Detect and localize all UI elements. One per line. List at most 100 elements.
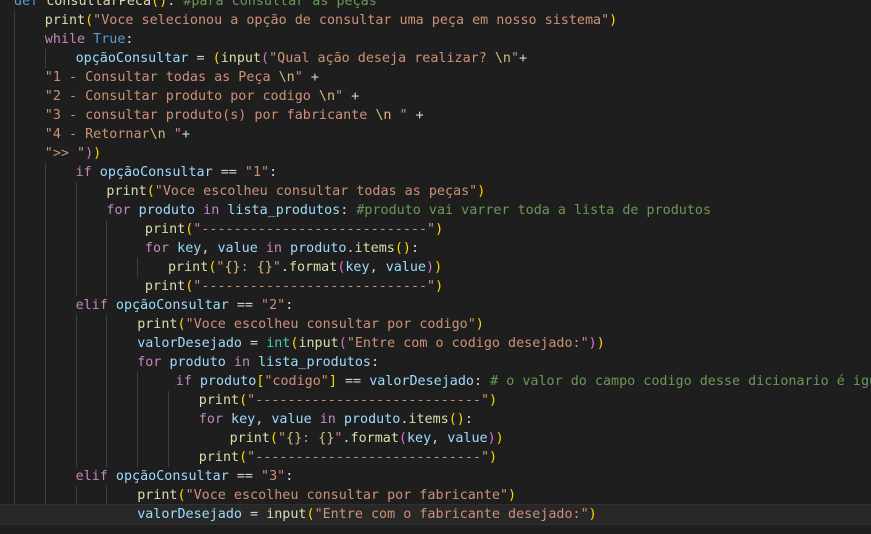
code-line[interactable]: def consultarPeca(): #para consultar as … [0, 0, 377, 11]
code-line[interactable]: for produto in lista_produtos: [0, 353, 379, 372]
code-token: "----------------------------" [247, 393, 490, 408]
code-editor[interactable]: def consultarPeca(): #para consultar as … [0, 0, 871, 534]
code-line[interactable]: elif opçãoConsultar == "2": [0, 296, 294, 315]
code-token: + [181, 127, 190, 142]
code-line[interactable]: print("Voce escolheu consultar todas as … [0, 182, 485, 201]
code-token: valorDesejado [369, 374, 474, 389]
code-line[interactable]: print("----------------------------") [0, 277, 443, 296]
code-token: ( [177, 317, 186, 332]
code-token: : [167, 0, 184, 9]
code-token: value [271, 412, 312, 427]
code-token: \n [375, 108, 392, 123]
code-line[interactable]: for produto in lista_produtos: #produto … [0, 201, 711, 220]
code-token: in [195, 203, 228, 218]
code-line[interactable]: while True: [0, 30, 134, 49]
code-token: # o valor do campo codigo desse dicionar… [490, 374, 871, 389]
code-line[interactable]: ">> ")) [0, 144, 101, 163]
code-token: print [168, 260, 209, 275]
code-line[interactable]: if produto["codigo"] == valorDesejado: #… [0, 372, 871, 391]
code-token: print [106, 184, 147, 199]
code-token: . [342, 431, 351, 446]
code-token: input [266, 507, 307, 522]
code-token: "Voce selecionou a opção de consultar um… [93, 13, 610, 28]
code-token: : [464, 412, 473, 427]
code-token: in [311, 412, 344, 427]
code-token: "----------------------------" [193, 279, 436, 294]
code-token: () [448, 412, 465, 427]
code-token: : [285, 469, 294, 484]
code-token: \n [149, 127, 166, 142]
code-token: True [93, 32, 126, 47]
code-token: key [231, 412, 256, 427]
code-line[interactable]: elif opçãoConsultar == "3": [0, 467, 294, 486]
code-token: ">> " [44, 146, 86, 161]
code-line[interactable]: "1 - Consultar todas as Peça \n" + [0, 68, 319, 87]
code-token: == [228, 298, 262, 313]
code-token: == [336, 374, 370, 389]
code-token: , [255, 412, 272, 427]
code-token: value [385, 260, 426, 275]
code-line[interactable]: for key, value in produto.items(): [0, 239, 419, 258]
code-token: + [519, 51, 528, 66]
code-token: key [177, 241, 202, 256]
code-line[interactable]: print("----------------------------") [0, 391, 497, 410]
code-token: " [277, 431, 287, 446]
code-token: "----------------------------" [247, 450, 490, 465]
code-line-current[interactable]: valorDesejado = input("Entre com o fabri… [0, 504, 871, 525]
code-line[interactable]: print("{}: {}".format(key, value)) [0, 429, 504, 448]
code-token: print [198, 450, 240, 465]
code-token: opçãoConsultar [75, 51, 189, 66]
code-token: + [302, 70, 319, 85]
code-token: print [144, 222, 186, 237]
code-line[interactable]: print("{}: {}".format(key, value)) [0, 258, 442, 277]
code-token: \n [278, 70, 295, 85]
code-token: ) [495, 431, 504, 446]
code-token: ] [328, 374, 337, 389]
code-token: input [298, 336, 339, 351]
code-token: print [229, 431, 270, 446]
code-token: consultarPeca [46, 0, 152, 9]
code-token: "1 - Consultar todas as Peça [44, 70, 279, 85]
code-token: opçãoConsultar [115, 298, 229, 313]
code-line[interactable]: print("Voce escolheu consultar por fabri… [0, 486, 516, 505]
code-token: for [198, 412, 232, 427]
code-token: : [302, 431, 319, 446]
code-line[interactable]: print("Voce escolheu consultar por codig… [0, 315, 484, 334]
code-line[interactable]: "2 - Consultar produto por codigo \n" + [0, 87, 359, 106]
code-token: valorDesejado [137, 507, 242, 522]
code-line[interactable]: if opçãoConsultar == "1": [0, 163, 278, 182]
code-line[interactable]: print("----------------------------") [0, 220, 443, 239]
code-token: "Voce escolheu consultar por fabricante" [185, 488, 509, 503]
code-line[interactable]: print("----------------------------") [0, 448, 497, 467]
code-token: print [137, 317, 178, 332]
code-line[interactable]: opçãoConsultar = (input("Qual ação desej… [0, 49, 527, 68]
code-token: elif [75, 298, 116, 313]
code-token: " [510, 51, 520, 66]
code-token: " [391, 108, 408, 123]
code-token: items [408, 412, 449, 427]
code-token: produto [343, 412, 401, 427]
code-token: ) [93, 146, 102, 161]
code-token: " [272, 260, 281, 275]
code-line[interactable]: "4 - Retornar\n "+ [0, 125, 190, 144]
code-token: \n [318, 89, 336, 104]
code-token: ( [261, 51, 270, 66]
code-token: ( [146, 184, 155, 199]
code-token: ( [398, 431, 407, 446]
code-line[interactable]: for key, value in produto.items(): [0, 410, 473, 429]
code-token: \n [494, 51, 511, 66]
code-token: format [288, 260, 338, 275]
code-line[interactable]: print("Voce selecionou a opção de consul… [0, 11, 617, 30]
code-token: print [144, 279, 186, 294]
code-line[interactable]: "3 - consultar produto(s) por fabricante… [0, 106, 424, 125]
code-token: "Entre com o fabricante desejado:" [314, 507, 589, 522]
code-token: = [242, 336, 267, 351]
code-token: in [257, 241, 291, 256]
code-token: "Voce escolheu consultar por codigo" [185, 317, 476, 332]
code-token: "4 - Retornar [44, 127, 150, 142]
code-token: ) [596, 336, 605, 351]
code-token: ) [434, 260, 443, 275]
code-token: items [354, 241, 395, 256]
code-token: () [394, 241, 411, 256]
code-line[interactable]: valorDesejado = int(input("Entre com o c… [0, 334, 605, 353]
